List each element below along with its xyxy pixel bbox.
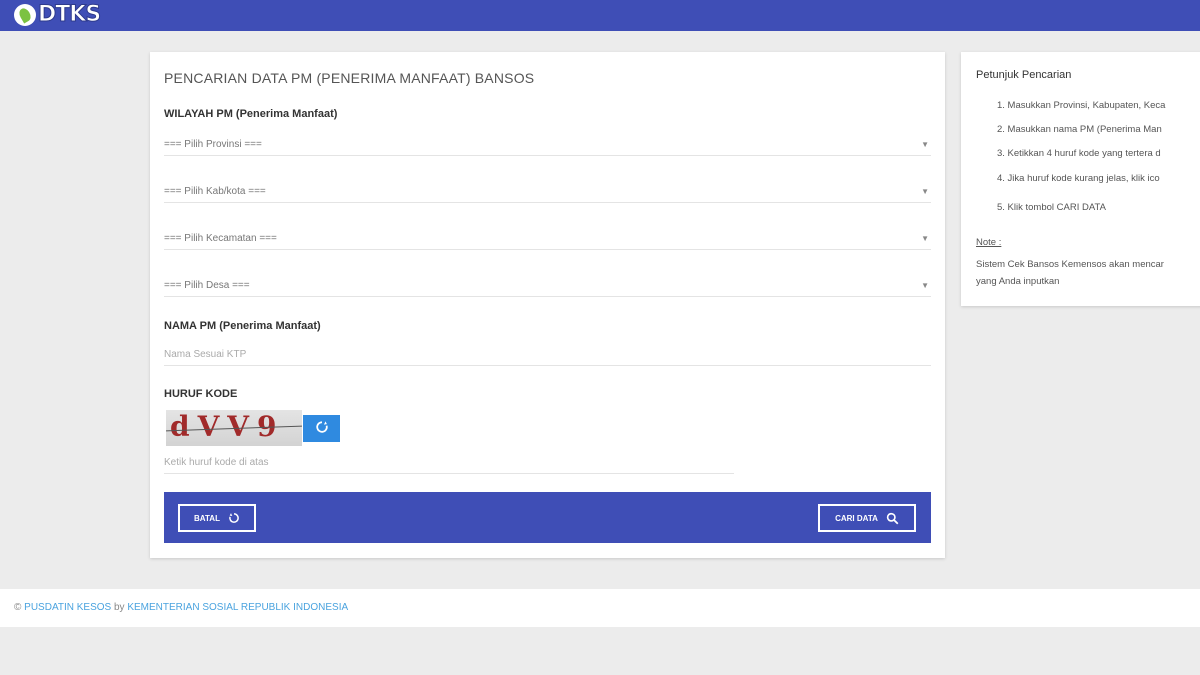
chevron-down-icon: ▼ [921, 234, 929, 243]
kode-input[interactable]: Ketik huruf kode di atas [164, 452, 734, 474]
provinsi-select-value: === Pilih Provinsi === [164, 139, 262, 150]
instruction-step: 4. Jika huruf kode kurang jelas, klik ic… [997, 173, 1160, 184]
note-text: Sistem Cek Bansos Kemensos akan mencar y… [976, 256, 1164, 290]
kecamatan-select[interactable]: === Pilih Kecamatan === ▼ [164, 228, 931, 250]
instruction-step: 2. Masukkan nama PM (Penerima Man [997, 124, 1162, 135]
provinsi-select[interactable]: === Pilih Provinsi === ▼ [164, 134, 931, 156]
footer: © PUSDATIN KESOS by KEMENTERIAN SOSIAL R… [0, 589, 1200, 627]
note-line: Sistem Cek Bansos Kemensos akan mencar [976, 259, 1164, 270]
desa-select-value: === Pilih Desa === [164, 280, 250, 291]
chevron-down-icon: ▼ [921, 281, 929, 290]
refresh-icon [315, 421, 328, 433]
nama-input[interactable]: Nama Sesuai KTP [164, 344, 931, 366]
search-form-card: PENCARIAN DATA PM (PENERIMA MANFAAT) BAN… [150, 52, 945, 558]
form-action-bar: BATAL CARI DATA [164, 492, 931, 543]
kemensos-link[interactable]: KEMENTERIAN SOSIAL REPUBLIK INDONESIA [127, 602, 348, 613]
instruction-step: 3. Ketikkan 4 huruf kode yang tertera d [997, 148, 1161, 159]
chevron-down-icon: ▼ [921, 187, 929, 196]
page-title: PENCARIAN DATA PM (PENERIMA MANFAAT) BAN… [164, 70, 535, 86]
wilayah-section-label: WILAYAH PM (Penerima Manfaat) [164, 108, 338, 120]
footer-by-text: by [114, 602, 125, 613]
pusdatin-link[interactable]: PUSDATIN KESOS [24, 602, 111, 613]
instruction-step: 5. Klik tombol CARI DATA [997, 202, 1106, 213]
desa-select[interactable]: === Pilih Desa === ▼ [164, 275, 931, 297]
logo-text: DTKS [37, 2, 101, 28]
captcha-refresh-button[interactable] [303, 415, 340, 442]
kabkota-select[interactable]: === Pilih Kab/kota === ▼ [164, 181, 931, 203]
batal-button-label: BATAL [194, 513, 220, 523]
leaf-icon [14, 4, 36, 26]
note-line: yang Anda inputkan [976, 276, 1060, 287]
chevron-down-icon: ▼ [921, 140, 929, 149]
kecamatan-select-value: === Pilih Kecamatan === [164, 233, 277, 244]
instruction-step: 1. Masukkan Provinsi, Kabupaten, Keca [997, 100, 1166, 111]
instructions-title: Petunjuk Pencarian [976, 69, 1072, 81]
batal-button[interactable]: BATAL [178, 504, 256, 532]
note-label: Note : [976, 237, 1002, 248]
top-navbar: DTKS [0, 0, 1200, 31]
kabkota-select-value: === Pilih Kab/kota === [164, 186, 266, 197]
reset-icon [229, 513, 239, 523]
dtks-logo[interactable]: DTKS [14, 2, 102, 28]
cari-data-button-label: CARI DATA [835, 513, 878, 523]
cari-data-button[interactable]: CARI DATA [818, 504, 916, 532]
kode-section-label: HURUF KODE [164, 388, 238, 400]
instructions-panel: Petunjuk Pencarian 1. Masukkan Provinsi,… [961, 52, 1200, 306]
captcha-image: dVV9 [166, 410, 302, 446]
search-icon [886, 512, 899, 524]
nama-section-label: NAMA PM (Penerima Manfaat) [164, 320, 321, 332]
copyright-symbol: © [14, 602, 22, 613]
